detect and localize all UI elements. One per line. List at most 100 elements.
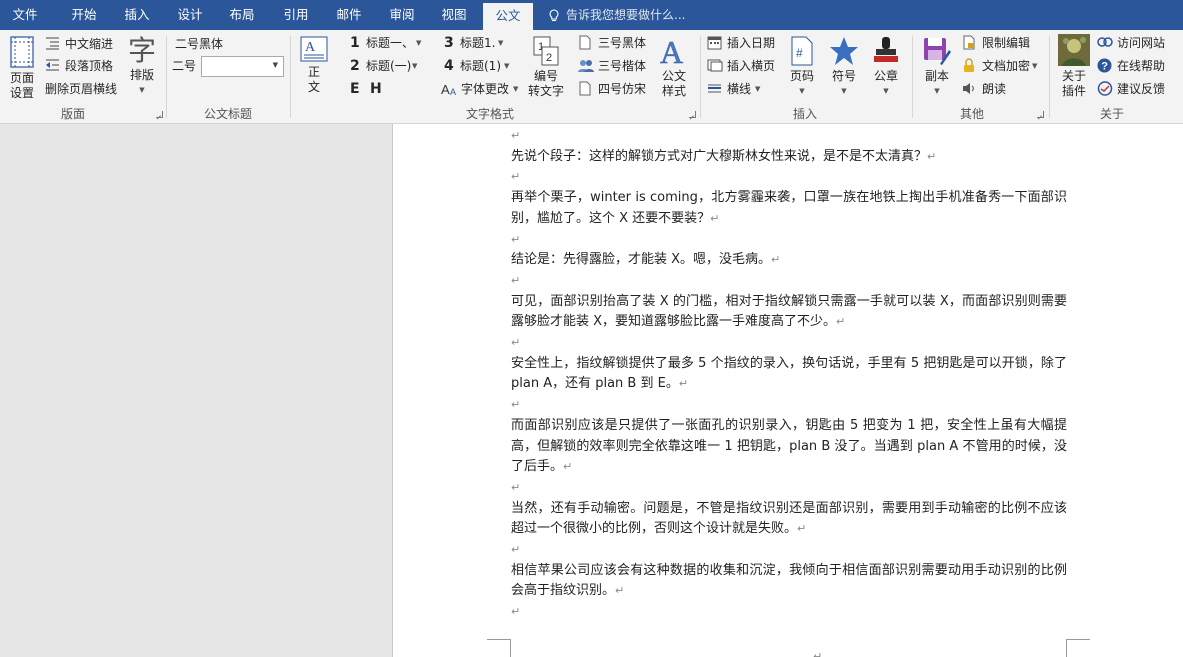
title-size-label: 二号 <box>172 59 197 73</box>
bold-h-icon: H <box>370 81 382 97</box>
font-fangsong-label: 四号仿宋 <box>598 82 647 96</box>
tab-view[interactable]: 视图 <box>431 0 477 30</box>
paragraph-mark: ↵ <box>615 584 625 598</box>
tab-design[interactable]: 设计 <box>166 0 214 30</box>
paragraph-text: 先说个段子：这样的解锁方式对广大穆斯林女性来说，是不是不太清真？ <box>511 148 928 164</box>
title-font-label: 二号黑体 <box>175 37 224 51</box>
paragraph: 而面部识别应该是只提供了一张面孔的识别录入，钥匙由 5 把变为 1 把，安全性上… <box>511 416 1067 478</box>
document-body[interactable]: ↵ 先说个段子：这样的解锁方式对广大穆斯林女性来说，是不是不太清真？ ↵ ↵ 再举… <box>511 126 1067 623</box>
document-icon <box>579 81 591 96</box>
paragraph-mark: ↵ <box>813 650 823 657</box>
empty-paragraph: ↵ <box>511 478 1067 499</box>
page-number-button[interactable]: # 页码 ▼ <box>786 36 818 99</box>
seq-convert-label: 编号 转文字 <box>527 69 564 98</box>
paragraph-text: 安全性上，指纹解锁提供了最多 5 个指纹的录入，换句话说，手里有 5 把钥匙是可… <box>511 355 1067 392</box>
title-size-combo[interactable]: ▼ <box>201 56 284 77</box>
textformat-launcher-icon[interactable] <box>689 111 696 118</box>
symbol-label: 符号 <box>831 69 856 83</box>
feedback-label: 建议反馈 <box>1117 82 1166 96</box>
font-change-icon: A A <box>441 82 456 97</box>
chevron-down-icon: ▼ <box>1032 62 1038 70</box>
empty-paragraph: ↵ <box>511 126 1067 147</box>
group-label-insert: 插入 <box>792 107 817 121</box>
numbering-convert-icon: 1 2 <box>533 36 559 66</box>
paragraph-mark: ↵ <box>836 315 846 329</box>
tab-mailings[interactable]: 邮件 <box>326 0 372 30</box>
num-2-icon: 2 <box>350 58 360 74</box>
tab-review[interactable]: 审阅 <box>379 0 425 30</box>
num-3-icon: 3 <box>444 35 454 51</box>
paragraph-text: 相信苹果公司应该会有这种数据的收集和沉淀，我倾向于相信面部识别需要动用手动识别的… <box>511 562 1067 599</box>
lightbulb-icon <box>549 9 559 22</box>
symbol-button[interactable]: 符号 ▼ <box>828 36 860 99</box>
chevron-down-icon: ▼ <box>272 61 278 69</box>
tab-gongwen[interactable]: 公文 <box>483 3 533 30</box>
tab-file[interactable]: 文件 <box>0 0 50 30</box>
lock-icon <box>964 58 974 72</box>
tab-insert[interactable]: 插入 <box>114 0 160 30</box>
tell-me-search[interactable]: 告诉我您想要做什么... <box>548 0 685 30</box>
paragraph-mark: ↵ <box>511 273 521 287</box>
svg-text:A: A <box>305 40 316 55</box>
seal-button[interactable]: 公章 ▼ <box>870 36 902 99</box>
group-label-about: 关于 <box>1099 107 1124 121</box>
svg-text:#: # <box>796 46 803 60</box>
outdent-icon <box>46 59 59 71</box>
page-setup-icon <box>10 36 34 68</box>
paragraph-mark: ↵ <box>678 377 689 391</box>
insert-landscape-label: 插入横页 <box>727 59 776 73</box>
empty-paragraph: ↵ <box>511 167 1067 188</box>
paragraph-mark: ↵ <box>511 605 521 619</box>
tab-layout[interactable]: 布局 <box>219 0 265 30</box>
doc-style-label: 公文 样式 <box>661 69 686 98</box>
stamp-icon <box>874 37 898 62</box>
indent-icon <box>46 37 59 50</box>
tab-home[interactable]: 开始 <box>60 0 108 30</box>
style-a-icon: A <box>660 36 684 66</box>
group-label-other: 其他 <box>959 107 984 121</box>
paragraph: 相信苹果公司应该会有这种数据的收集和沉淀，我倾向于相信面部识别需要动用手动识别的… <box>511 561 1067 602</box>
layout-char-icon: 字 <box>127 34 156 67</box>
separator <box>166 36 167 118</box>
chevron-down-icon: ▼ <box>416 39 422 47</box>
paragraph-text: 再举个栗子，winter is coming，北方雾霾来袭，口罩一族在地铁上掏出… <box>511 190 1067 226</box>
page-setup-label: 页面 设置 <box>9 71 34 100</box>
seq-convert-button[interactable]: 1 2 编号 转文字 <box>526 36 566 99</box>
heading-3-label: 标题1. <box>460 36 496 50</box>
zhengwen-button[interactable]: A 正 文 <box>298 36 330 95</box>
layout-button[interactable]: 字 排版 ▼ <box>126 34 158 98</box>
plugin-avatar-icon <box>1058 34 1090 66</box>
separator <box>912 36 913 118</box>
chevron-down-icon: ▼ <box>883 87 889 95</box>
text-body-icon: A <box>300 36 328 62</box>
delete-header-line-label: 删除页眉横线 <box>45 82 118 96</box>
svg-text:A: A <box>660 36 683 66</box>
paragraph-text: 可见，面部识别抬高了装 X 的门槛，相对于指纹解锁只需露一手就可以装 X，而面部… <box>511 293 1067 330</box>
chevron-down-icon: ▼ <box>755 85 761 93</box>
doc-style-button[interactable]: A 公文 样式 <box>656 36 692 99</box>
paragraph-text: 结论是：先得露脸，才能装 X。嗯，没毛病。 <box>511 252 772 268</box>
banmian-launcher-icon[interactable] <box>156 111 163 118</box>
copy-button[interactable]: 副本 ▼ <box>920 36 954 99</box>
page-setup-button[interactable]: 页面 设置 <box>6 36 38 101</box>
num-4-icon: 4 <box>444 58 454 74</box>
layout-dropdown-icon: ▼ <box>139 86 145 94</box>
paragraph-mark: ↵ <box>511 170 521 184</box>
heading-4-label: 标题(1) <box>460 59 501 73</box>
font-kaiti-label: 三号楷体 <box>598 59 647 73</box>
tab-references[interactable]: 引用 <box>273 0 319 30</box>
about-plugin-button[interactable]: 关于 插件 <box>1057 34 1091 99</box>
paragraph: 安全性上，指纹解锁提供了最多 5 个指纹的录入，换句话说，手里有 5 把钥匙是可… <box>511 354 1067 395</box>
empty-paragraph: ↵ <box>511 540 1067 561</box>
empty-paragraph: ↵ <box>511 395 1067 416</box>
empty-paragraph: ↵ <box>511 333 1067 354</box>
bold-e-icon: E <box>350 81 360 97</box>
empty-paragraph: ↵ <box>511 602 1067 623</box>
other-launcher-icon[interactable] <box>1037 111 1044 118</box>
paragraph-mark: ↵ <box>511 129 521 142</box>
calendar-icon <box>707 36 722 50</box>
landscape-page-icon <box>707 59 723 72</box>
svg-text:2: 2 <box>546 52 552 64</box>
chevron-down-icon: ▼ <box>799 87 805 95</box>
svg-text:A: A <box>441 82 450 97</box>
